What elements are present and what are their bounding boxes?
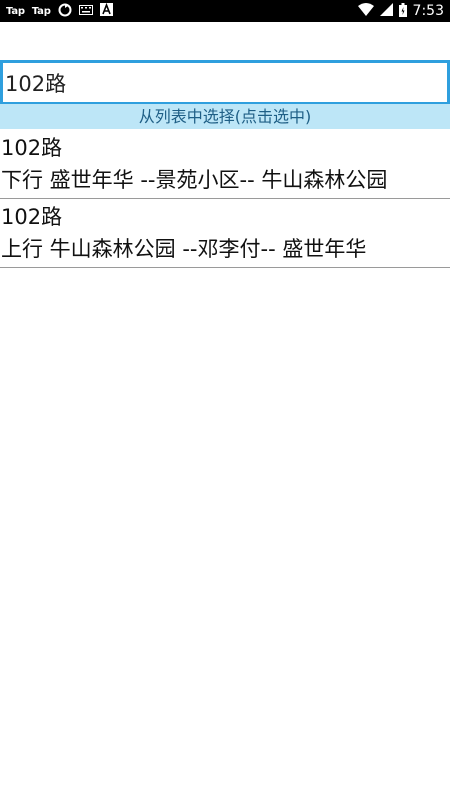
status-app-name-1: Tap: [6, 5, 25, 17]
search-box[interactable]: [0, 60, 450, 105]
a-logo-icon: [99, 2, 113, 19]
list-item[interactable]: 102路 上行 牛山森林公园 --邓李付-- 盛世年华: [0, 199, 450, 268]
route-description: 上行 牛山森林公园 --邓李付-- 盛世年华: [1, 237, 367, 261]
route-number: 102路: [1, 205, 63, 229]
status-bar-left: Tap Tap: [6, 2, 113, 20]
status-bar-right: 7:53: [357, 2, 444, 20]
sync-icon: [58, 3, 72, 20]
battery-icon: [398, 2, 407, 20]
status-time: 7:53: [412, 3, 444, 19]
status-bar: Tap Tap 7:53: [0, 0, 450, 22]
results-list: 102路 下行 盛世年华 --景苑小区-- 牛山森林公园 102路 上行 牛山森…: [0, 130, 450, 268]
route-number: 102路: [1, 136, 63, 160]
cell-signal-icon: [379, 3, 393, 19]
list-item[interactable]: 102路 下行 盛世年华 --景苑小区-- 牛山森林公园: [0, 130, 450, 199]
route-description: 下行 盛世年华 --景苑小区-- 牛山森林公园: [1, 168, 388, 192]
select-hint: 从列表中选择(点击选中): [0, 104, 450, 129]
search-input[interactable]: [5, 70, 447, 95]
status-app-name-2: Tap: [31, 5, 51, 17]
wifi-icon: [357, 3, 374, 19]
keyboard-icon: [78, 4, 93, 18]
